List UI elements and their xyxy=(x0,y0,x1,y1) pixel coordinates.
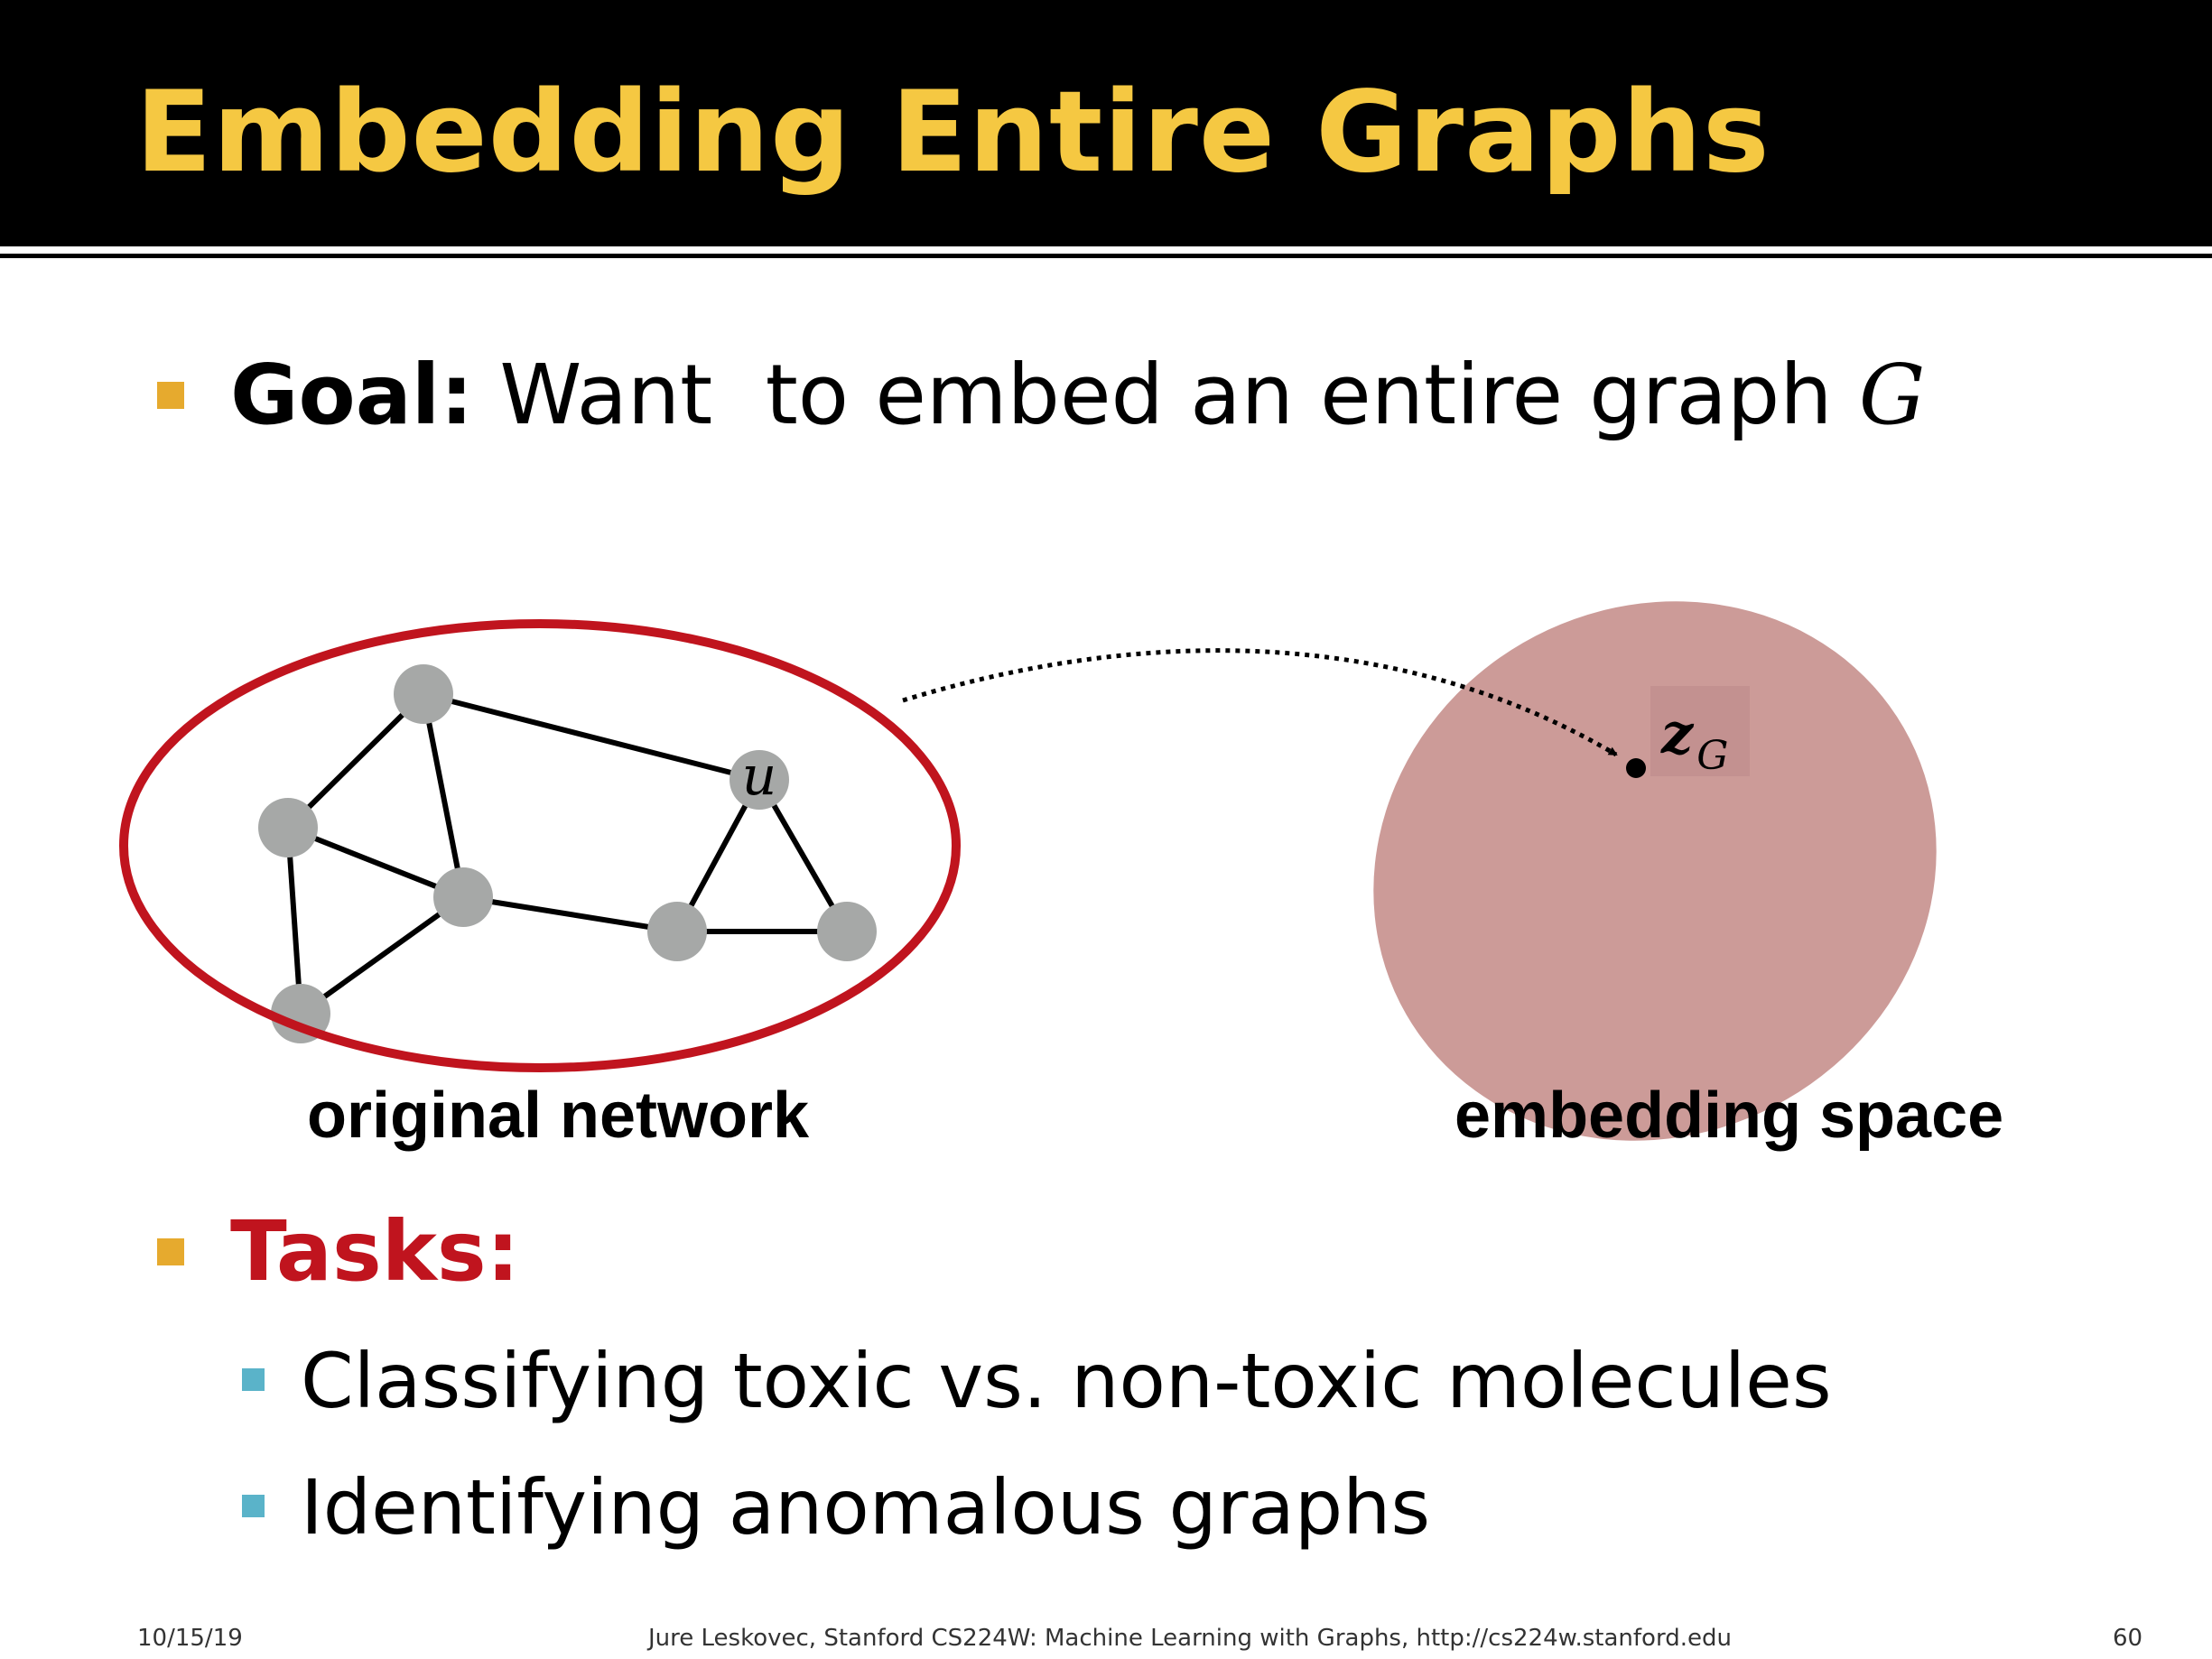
original-network-label: original network xyxy=(307,1080,810,1152)
task-item-2: Identifying anomalous graphs xyxy=(301,1463,1431,1552)
footer-page-number: 60 xyxy=(2113,1625,2143,1652)
task-bullet-icon xyxy=(242,1495,265,1517)
graph-edges xyxy=(285,691,850,1016)
tasks-label: Tasks: xyxy=(230,1203,520,1300)
task-bullet-icon xyxy=(242,1368,265,1391)
graph-edge xyxy=(423,691,760,783)
embedding-subscript: G xyxy=(1696,733,1728,779)
task-item-1: Classifying toxic vs. non-toxic molecule… xyxy=(301,1337,1832,1425)
graph-node xyxy=(394,664,453,724)
node-u-label: u xyxy=(742,745,777,808)
graph-edge xyxy=(299,894,465,1016)
graph-highlight-ellipse xyxy=(119,619,961,1072)
graph-node xyxy=(258,798,318,857)
graph-node xyxy=(647,902,707,961)
embedding-symbol: z xyxy=(1660,700,1695,766)
graph-node xyxy=(433,867,493,927)
graph-node xyxy=(817,902,877,961)
embedding-space-label: embedding space xyxy=(1455,1080,2004,1152)
graph-edge xyxy=(462,894,678,934)
embedding-point xyxy=(1626,758,1646,778)
footer-date: 10/15/19 xyxy=(137,1625,243,1652)
graph-edge xyxy=(421,693,466,898)
tasks-bullet-icon xyxy=(157,1238,184,1265)
footer-credit: Jure Leskovec, Stanford CS224W: Machine … xyxy=(648,1625,1732,1652)
